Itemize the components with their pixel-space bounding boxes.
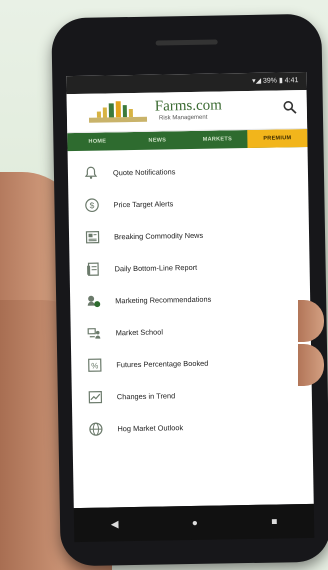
back-icon[interactable]: ◀ <box>111 519 119 530</box>
menu-item-quote-notifications[interactable]: Quote Notifications <box>68 153 309 189</box>
bell-icon <box>82 164 100 182</box>
dollar-icon: $ <box>82 196 100 214</box>
menu-item-label: Market School <box>115 326 164 337</box>
menu-item-marketing-recommendations[interactable]: Marketing Recommendations <box>70 281 311 317</box>
menu-item-label: Quote Notifications <box>112 166 176 177</box>
phone-screen: ▾◢ 39% ▮ 4:41 Farms.com Risk Management … <box>66 71 314 509</box>
menu-item-price-target-alerts[interactable]: $ Price Target Alerts <box>68 185 309 221</box>
trend-icon <box>86 388 104 406</box>
premium-menu-list: Quote Notifications $ Price Target Alert… <box>68 147 313 445</box>
menu-item-label: Futures Percentage Booked <box>116 358 209 369</box>
menu-item-label: Breaking Commodity News <box>113 230 204 241</box>
report-icon <box>83 260 101 278</box>
tab-home[interactable]: HOME <box>67 132 127 151</box>
menu-item-market-school[interactable]: Market School <box>70 313 311 349</box>
app-logo-title: Farms.com <box>154 97 223 115</box>
menu-item-label: Marketing Recommendations <box>115 294 212 305</box>
menu-item-label: Hog Market Outlook <box>117 422 184 433</box>
tab-news[interactable]: NEWS <box>127 131 187 150</box>
android-nav-bar: ◀ ● ■ <box>73 503 315 543</box>
app-header: Farms.com Risk Management <box>66 89 308 134</box>
earpiece-speaker <box>155 39 218 46</box>
phone-device: ▾◢ 39% ▮ 4:41 Farms.com Risk Management … <box>51 13 328 567</box>
tab-markets[interactable]: MARKETS <box>187 130 247 149</box>
school-icon <box>85 324 103 342</box>
menu-item-breaking-commodity-news[interactable]: Breaking Commodity News <box>69 217 310 253</box>
svg-text:$: $ <box>89 200 94 210</box>
menu-item-hog-market-outlook[interactable]: Hog Market Outlook <box>72 409 313 445</box>
svg-text:%: % <box>91 361 98 370</box>
percent-icon: % <box>85 356 103 374</box>
menu-item-label: Daily Bottom-Line Report <box>114 262 198 273</box>
globe-icon <box>86 420 104 438</box>
app-logo-subtitle: Risk Management <box>158 114 208 122</box>
home-icon[interactable]: ● <box>192 517 198 528</box>
menu-item-label: Changes in Trend <box>116 390 176 401</box>
recents-icon[interactable]: ■ <box>271 516 277 527</box>
menu-item-label: Price Target Alerts <box>113 198 174 209</box>
newspaper-icon <box>83 228 101 246</box>
menu-item-futures-percentage-booked[interactable]: % Futures Percentage Booked <box>71 345 312 381</box>
menu-item-daily-bottom-line-report[interactable]: Daily Bottom-Line Report <box>69 249 310 285</box>
menu-item-changes-in-trend[interactable]: Changes in Trend <box>72 377 313 413</box>
tab-premium[interactable]: PREMIUM <box>247 128 308 148</box>
farms-logo-icon <box>88 101 148 123</box>
recommendation-icon <box>84 292 102 310</box>
search-icon[interactable] <box>283 100 297 114</box>
